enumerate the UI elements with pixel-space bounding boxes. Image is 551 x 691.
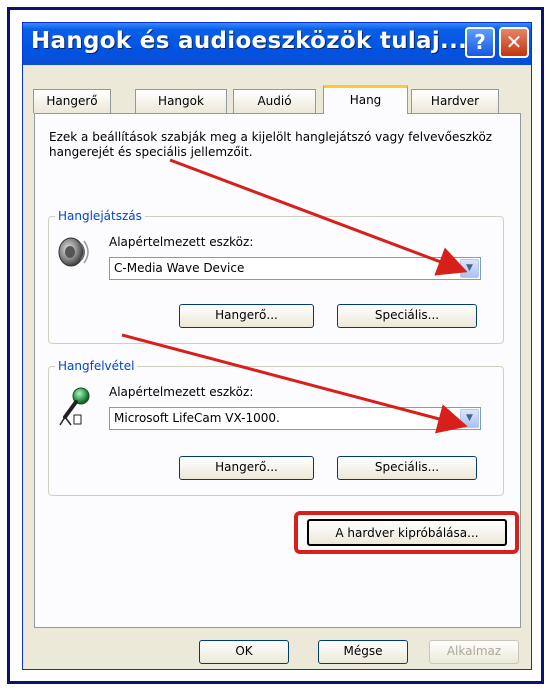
close-button[interactable]: ✕ <box>499 27 529 58</box>
apply-button[interactable]: Alkalmaz <box>429 640 519 664</box>
playback-device-label: Alapértelmezett eszköz: <box>109 235 254 249</box>
test-hardware-button[interactable]: A hardver kipróbálása... <box>307 519 507 546</box>
recording-device-select[interactable]: Microsoft LifeCam VX-1000. ▼ <box>109 407 481 430</box>
ok-button[interactable]: OK <box>199 640 289 664</box>
playback-volume-button[interactable]: Hangerő... <box>179 304 314 328</box>
recording-device-label: Alapértelmezett eszköz: <box>109 385 254 399</box>
playback-legend: Hanglejátszás <box>55 209 145 223</box>
recording-device-value: Microsoft LifeCam VX-1000. <box>114 411 280 425</box>
sound-properties-dialog: Hangok és audioeszközök tulaj... ? ✕ Han… <box>22 22 532 670</box>
tab-audio[interactable]: Audió <box>233 89 316 113</box>
window-title: Hangok és audioeszközök tulaj... <box>31 28 468 54</box>
tab-hangok[interactable]: Hangok <box>135 89 227 113</box>
recording-volume-button[interactable]: Hangerő... <box>179 456 314 480</box>
chevron-down-icon[interactable]: ▼ <box>460 259 479 278</box>
title-bar[interactable]: Hangok és audioeszközök tulaj... ? ✕ <box>23 23 531 65</box>
tab-strip: Hangerő Hangok Audió Hang Hardver <box>33 85 523 114</box>
chevron-down-icon[interactable]: ▼ <box>460 409 479 428</box>
playback-device-value: C-Media Wave Device <box>114 261 245 275</box>
microphone-icon <box>57 387 91 427</box>
recording-legend: Hangfelvétel <box>55 359 138 373</box>
tab-hangero[interactable]: Hangerő <box>33 89 111 113</box>
recording-advanced-button[interactable]: Speciális... <box>337 456 477 480</box>
playback-group: Hanglejátszás Alapértelmezett eszköz: C-… <box>48 209 504 344</box>
tab-hang[interactable]: Hang <box>323 85 408 114</box>
tab-panel-hang: Ezek a beállítások szabják meg a kijelöl… <box>34 113 521 628</box>
recording-group: Hangfelvétel Alapértelmezett eszköz: Mic… <box>48 359 504 496</box>
help-button[interactable]: ? <box>465 27 495 58</box>
speaker-icon <box>57 235 91 269</box>
tab-hardver[interactable]: Hardver <box>411 89 499 113</box>
description-text: Ezek a beállítások szabják meg a kijelöl… <box>49 130 493 159</box>
playback-advanced-button[interactable]: Speciális... <box>337 304 477 328</box>
playback-device-select[interactable]: C-Media Wave Device ▼ <box>109 257 481 280</box>
cancel-button[interactable]: Mégse <box>318 640 408 664</box>
